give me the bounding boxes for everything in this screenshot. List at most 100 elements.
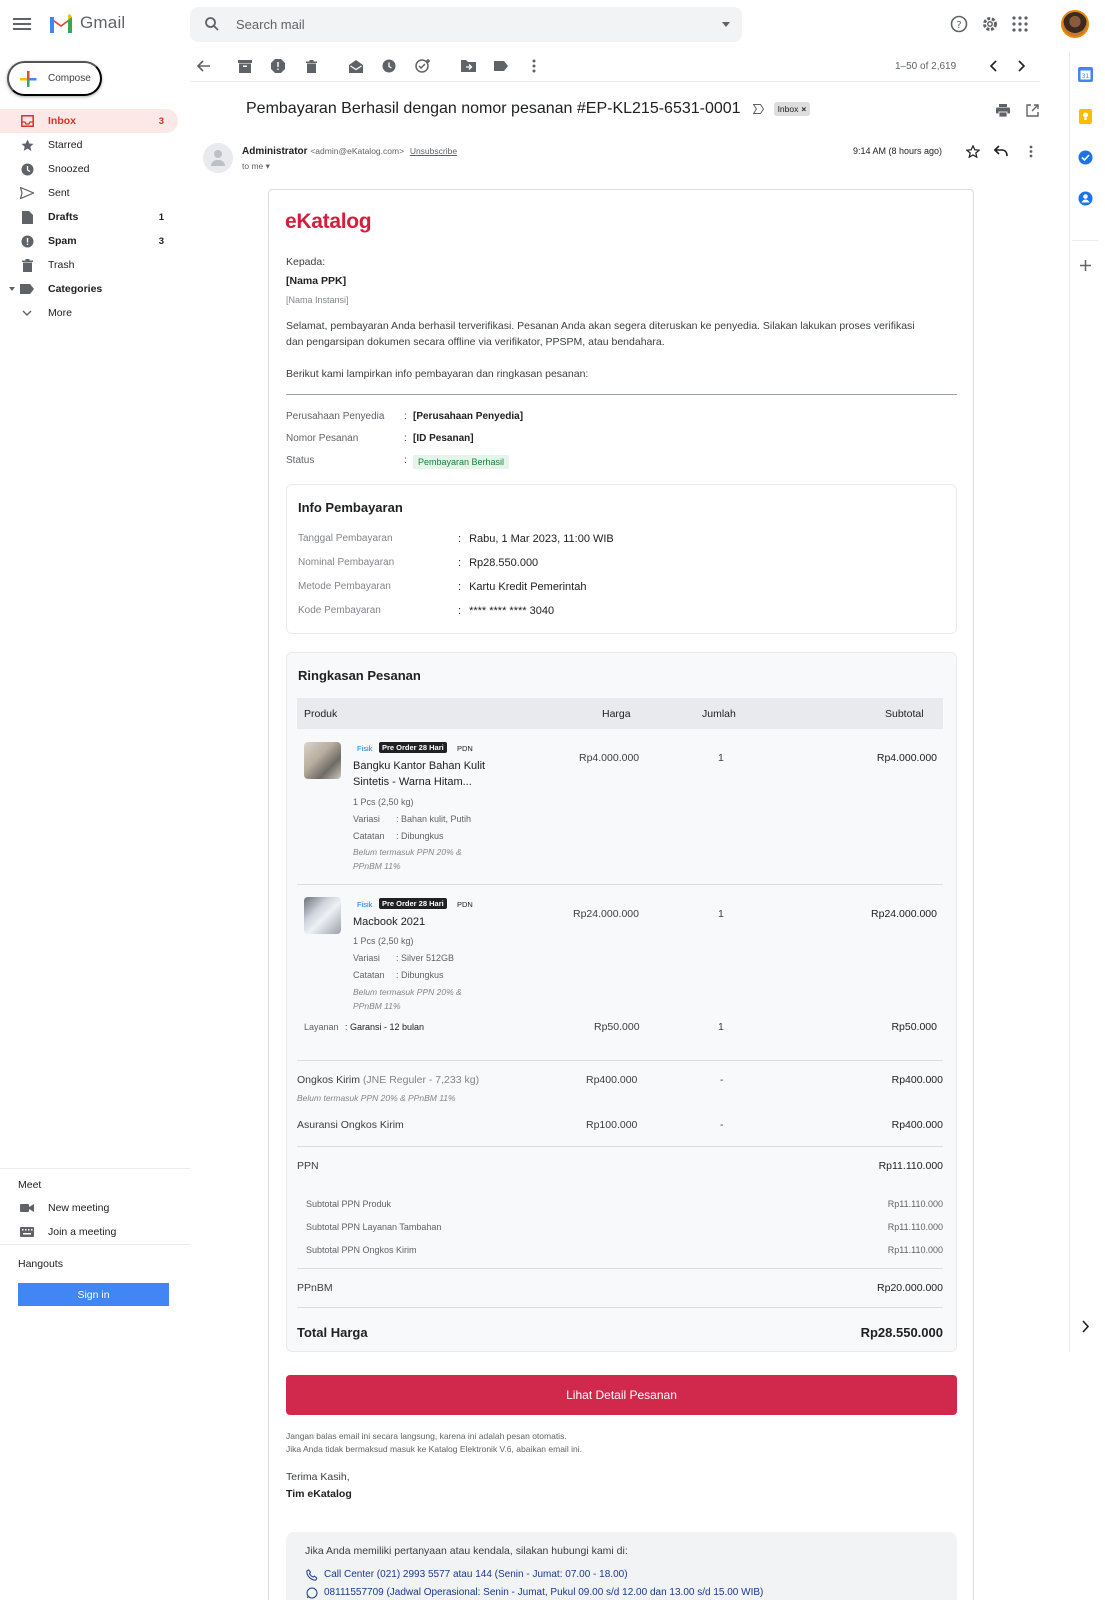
product-thumbnail-chair[interactable] — [304, 742, 341, 779]
trash-icon — [20, 258, 34, 272]
more-vert-icon[interactable] — [526, 58, 542, 74]
join-meeting-button[interactable]: Join a meeting — [20, 1226, 116, 1238]
status-badge: Pembayaran Berhasil — [413, 455, 510, 469]
inbox-label-chip[interactable]: Inbox × — [773, 102, 811, 116]
add-to-tasks-icon[interactable] — [415, 58, 431, 74]
ppn-value: Rp11.110.000 — [878, 1160, 943, 1172]
ongkir-label-text: Ongkos Kirim — [297, 1074, 361, 1086]
call-center-link[interactable]: Call Center (021) 2993 5577 atau 144 (Se… — [306, 1568, 628, 1581]
print-icon[interactable] — [996, 104, 1010, 117]
email-subject: Pembayaran Berhasil dengan nomor pesanan… — [246, 100, 811, 118]
mark-unread-icon[interactable] — [348, 58, 364, 74]
drafts-count: 1 — [158, 211, 164, 223]
row-divider — [297, 1146, 943, 1147]
star-outline-icon[interactable] — [966, 145, 980, 158]
tag-pdn: PDN — [457, 744, 473, 753]
value-text: Rabu, 1 Mar 2023, 11:00 WIB — [469, 533, 614, 545]
sign-in-button[interactable]: Sign in — [18, 1283, 169, 1306]
nomor-colon: : — [404, 433, 407, 444]
settings-gear-icon[interactable] — [980, 14, 1000, 34]
gmail-logo[interactable]: Gmail — [48, 13, 125, 33]
product-thumbnail-macbook[interactable] — [304, 897, 341, 934]
google-contacts-icon[interactable] — [1077, 190, 1094, 207]
main-menu-icon[interactable] — [13, 15, 31, 33]
hangouts-section: Hangouts — [0, 1244, 190, 1274]
chevron-right-icon[interactable] — [1013, 58, 1029, 74]
more-options-icon[interactable] — [1029, 145, 1033, 158]
sidebar-item-label: Spam — [48, 235, 77, 247]
product-subtotal: Rp4.000.000 — [876, 752, 937, 764]
expand-caret-icon[interactable] — [9, 287, 15, 291]
sidebar-item-drafts[interactable]: Drafts 1 — [0, 205, 178, 229]
sender-name[interactable]: Administrator — [242, 146, 308, 157]
importance-marker-icon[interactable] — [752, 104, 764, 114]
remove-label-icon[interactable]: × — [801, 104, 806, 114]
chevron-left-icon[interactable] — [986, 58, 1002, 74]
unsubscribe-link[interactable]: Unsubscribe — [410, 146, 457, 156]
col-produk: Produk — [304, 708, 338, 720]
catatan-label: Catatan — [353, 831, 385, 841]
snooze-clock-icon[interactable] — [381, 58, 397, 74]
brand-text: eKatalog — [285, 210, 372, 233]
nominal-pembayaran-value: : Rp28.550.000 — [458, 557, 538, 569]
google-calendar-icon[interactable]: 31 — [1077, 66, 1094, 83]
ekatalog-logo: eKatalog — [285, 210, 372, 234]
google-tasks-icon[interactable] — [1077, 149, 1094, 166]
tag-fisik: Fisik — [357, 744, 373, 753]
metode-pembayaran-value: : Kartu Kredit Pemerintah — [458, 581, 586, 593]
product-name-line1[interactable]: Bangku Kantor Bahan Kulit — [353, 759, 485, 774]
lihat-detail-pesanan-button[interactable]: Lihat Detail Pesanan — [286, 1375, 957, 1415]
product-name-line1[interactable]: Macbook 2021 — [353, 915, 425, 930]
search-input[interactable] — [236, 7, 696, 42]
sender-avatar[interactable] — [203, 143, 233, 173]
subject-text: Pembayaran Berhasil dengan nomor pesanan… — [246, 100, 741, 117]
spam-count: 3 — [158, 235, 164, 247]
add-addon-plus-icon[interactable] — [1077, 257, 1094, 274]
sidebar-item-starred[interactable]: Starred — [0, 133, 178, 157]
order-table-header: Produk Harga Jumlah Subtotal — [297, 698, 943, 729]
google-keep-icon[interactable] — [1077, 108, 1094, 125]
sidebar-item-more[interactable]: More — [0, 301, 178, 325]
sidebar-item-label: Categories — [48, 283, 103, 295]
ongkir-tax-note: Belum termasuk PPN 20% & PPnBM 11% — [297, 1093, 456, 1103]
sidebar-item-snoozed[interactable]: Snoozed — [0, 157, 178, 181]
archive-icon[interactable] — [237, 58, 253, 74]
sidebar-item-sent[interactable]: Sent — [0, 181, 178, 205]
compose-button[interactable]: Compose — [7, 61, 102, 96]
recipient-text: to me — [242, 161, 264, 171]
catatan-label: Catatan — [353, 970, 385, 980]
whatsapp-link[interactable]: 08111557709 (Jadwal Operasional: Senin -… — [306, 1587, 763, 1598]
search-icon[interactable] — [204, 16, 220, 32]
label-tag-icon[interactable] — [493, 58, 509, 74]
show-side-panel-chevron-icon[interactable] — [1077, 1318, 1094, 1335]
move-to-icon[interactable] — [460, 58, 476, 74]
open-in-new-window-icon[interactable] — [1026, 104, 1039, 117]
sidebar-item-label: Inbox — [48, 115, 76, 127]
back-arrow-icon[interactable] — [196, 58, 212, 74]
spam-icon — [20, 234, 34, 248]
search-bar — [190, 7, 742, 42]
apps-grid-icon[interactable] — [1010, 14, 1030, 34]
search-options-icon[interactable] — [722, 22, 730, 27]
reply-icon[interactable] — [994, 145, 1008, 157]
account-avatar[interactable] — [1061, 10, 1089, 38]
recipient-details[interactable]: to me ▾ — [242, 161, 270, 172]
rail-divider — [1072, 240, 1098, 241]
new-meeting-button[interactable]: New meeting — [20, 1202, 109, 1214]
report-spam-icon[interactable] — [270, 58, 286, 74]
product-name-line2[interactable]: Sintetis - Warna Hitam... — [353, 775, 472, 790]
sidebar-item-categories[interactable]: Categories — [0, 277, 178, 301]
sidebar-item-trash[interactable]: Trash — [0, 253, 178, 277]
app-name: Gmail — [80, 13, 126, 32]
sidebar-item-label: More — [48, 307, 72, 319]
sidebar-item-inbox[interactable]: Inbox 3 — [0, 109, 178, 133]
svg-text:31: 31 — [1082, 73, 1090, 80]
row-divider — [297, 1060, 943, 1061]
layanan-label: Layanan — [304, 1022, 339, 1032]
kode-pembayaran-label: Kode Pembayaran — [298, 605, 381, 616]
delete-icon[interactable] — [303, 58, 319, 74]
product-subtotal: Rp24.000.000 — [871, 908, 937, 920]
sidebar-item-spam[interactable]: Spam 3 — [0, 229, 178, 253]
help-icon[interactable]: ? — [949, 14, 969, 34]
phone-icon — [306, 1568, 318, 1581]
